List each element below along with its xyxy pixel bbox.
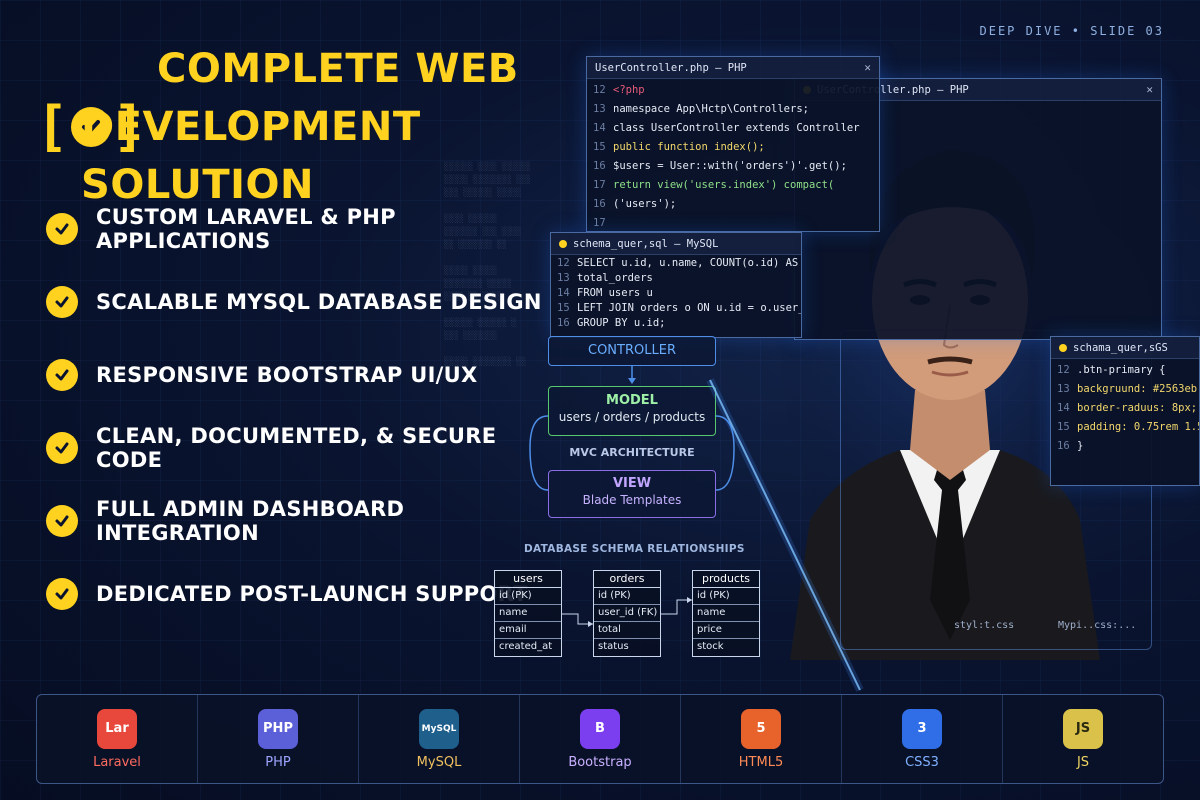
code-line: 12 <?php xyxy=(593,84,645,96)
code-line: 12 .btn-primary { xyxy=(1057,364,1166,376)
feature-item: DEDICATED POST-LAUNCH SUPPORT xyxy=(46,557,566,630)
mvc-model-box: MODEL users / orders / products xyxy=(548,386,716,436)
code-line: 12SELECT u.id, u.name, COUNT(o.id) AS to… xyxy=(557,257,801,269)
mvc-model-title: MODEL xyxy=(606,393,658,408)
code-line: 16 GROUP BY u.id; xyxy=(557,317,666,329)
feature-item: FULL ADMIN DASHBOARD INTEGRATION xyxy=(46,484,566,557)
window-title: UserController.php — PHP xyxy=(595,61,747,74)
code-body: 12 .btn-primary { 13 backgruund: #2563eb; … xyxy=(1051,359,1199,456)
tech-item-bootstrap: B Bootstrap xyxy=(520,695,681,783)
code-line: 15 public function index(); xyxy=(593,141,765,153)
tech-item-css3: 3 CSS3 xyxy=(842,695,1003,783)
mysql-icon: MySQL xyxy=(419,708,459,749)
schema-table-users: users id (PK) name email created_at xyxy=(494,570,562,657)
mvc-controller-box: CONTROLLER xyxy=(548,336,716,366)
table-row: status xyxy=(598,641,629,652)
table-row: stock xyxy=(697,641,724,652)
hud-file-label: styl:t.css xyxy=(954,620,1015,631)
close-icon[interactable]: ✕ xyxy=(864,61,871,74)
feature-text: DEDICATED POST-LAUNCH SUPPORT xyxy=(96,581,528,606)
tech-stack-bar: Lar Laravel PHP PHP MySQL MySQL B Bootstrap 5 HTM… xyxy=(36,694,1164,784)
hud-file-label-2: Mypi..css:... xyxy=(1058,620,1137,631)
code-line: 16} xyxy=(1057,440,1084,452)
mvc-model-subtitle: users / orders / products xyxy=(558,410,706,424)
mvc-view-box: VIEW Blade Templates xyxy=(548,470,716,518)
tech-item-js: JS JS xyxy=(1003,695,1163,783)
code-window-controller[interactable]: UserController.php — PHP ✕ 12 <?php 13 nam… xyxy=(586,56,880,232)
tech-label: Laravel xyxy=(93,754,141,770)
tech-label: JS xyxy=(1076,754,1090,770)
tech-label: HTML5 xyxy=(738,754,784,770)
table-name: orders xyxy=(594,571,660,588)
table-row: user_id (FK) xyxy=(594,605,660,622)
tech-item-php: PHP PHP xyxy=(198,695,359,783)
code-body: 12SELECT u.id, u.name, COUNT(o.id) AS to… xyxy=(551,255,801,331)
schema-title: DATABASE SCHEMA RELATIONSHIPS xyxy=(524,543,745,555)
code-line: 16 ('users'); xyxy=(593,198,677,210)
window-title: schema_quer,sql — MySQL xyxy=(573,237,719,250)
table-row: price xyxy=(693,622,759,639)
table-row: id (PK) xyxy=(495,588,561,605)
tech-label: MySQL xyxy=(416,754,462,770)
tech-item-laravel: Lar Laravel xyxy=(37,695,198,783)
css3-icon: 3 xyxy=(902,708,942,749)
schema-table-orders: orders id (PK) user_id (FK) total status xyxy=(593,570,661,657)
table-row: id (PK) xyxy=(594,588,660,605)
table-row: name xyxy=(693,605,759,622)
schema-table-products: products id (PK) name price stock xyxy=(692,570,760,657)
feature-text: RESPONSIVE BOOTSTRAP UI/UX xyxy=(96,362,478,387)
check-circle-icon xyxy=(46,358,78,391)
table-row: id (PK) xyxy=(693,588,759,605)
tech-label: Bootstrap xyxy=(568,754,632,770)
mvc-view-title: VIEW xyxy=(612,476,652,491)
code-window-css[interactable]: schama_quer,sGS 12 .btn-primary { 13 backg… xyxy=(1050,336,1200,486)
window-titlebar[interactable]: UserController.php — PHP ✕ xyxy=(587,57,879,79)
window-title: schama_quer,sGS xyxy=(1073,341,1168,354)
javascript-icon: JS xyxy=(1063,708,1103,749)
check-circle-icon xyxy=(46,212,78,245)
code-line: 13 backgruund: #2563eb; xyxy=(1057,383,1199,395)
code-line: 16 $users = User::with('orders')'.get(); xyxy=(593,160,847,172)
feature-text: FULL ADMIN DASHBOARD INTEGRATION xyxy=(96,496,405,545)
mvc-view-subtitle: Blade Templates xyxy=(582,493,682,507)
slide-tag: DEEP DIVE • SLIDE 03 xyxy=(979,24,1164,38)
window-titlebar[interactable]: schama_quer,sGS xyxy=(1051,337,1199,359)
tech-label: CSS3 xyxy=(905,754,939,770)
status-dot-icon xyxy=(1059,343,1067,352)
check-circle-icon xyxy=(46,577,78,610)
mvc-architecture-label: MVC ARCHITECTURE xyxy=(569,446,695,459)
code-line: 17 xyxy=(593,217,606,229)
table-name: users xyxy=(495,571,561,588)
bracket-open: [ xyxy=(36,95,69,158)
title-line-1: COMPLETE WEB xyxy=(157,46,519,92)
code-window-sql[interactable]: schema_quer,sql — MySQL 12 SELECT u.id, u… xyxy=(550,232,802,338)
tech-item-html5: 5 HTML5 xyxy=(681,695,842,783)
laravel-icon: Lar xyxy=(97,708,137,749)
close-icon[interactable]: ✕ xyxy=(1146,83,1153,96)
check-circle-icon xyxy=(46,504,78,537)
table-row: total xyxy=(594,622,660,639)
code-line: 13 total_orders xyxy=(557,272,653,284)
code-line: 15 LEFT JOIN orders o ON u.id = o.user_id xyxy=(557,302,801,314)
check-circle-icon xyxy=(46,285,78,318)
status-dot-icon xyxy=(559,239,567,248)
code-line: 14 class UserController extends Controlle… xyxy=(593,122,860,134)
code-line: 17 return view('users.index') compact( xyxy=(593,179,835,191)
table-name: products xyxy=(693,571,759,588)
code-line: 15padding: 0.75rem 1.5rem xyxy=(1057,421,1199,433)
html5-icon: 5 xyxy=(741,708,781,749)
tech-label: PHP xyxy=(265,754,291,770)
table-row: created_at xyxy=(499,641,553,652)
php-icon: PHP xyxy=(258,708,298,749)
code-line: 14 border-raduus: 8px; xyxy=(1057,402,1198,414)
tech-item-mysql: MySQL MySQL xyxy=(359,695,520,783)
check-circle-icon xyxy=(46,431,78,464)
code-line: 14 FROM users u xyxy=(557,287,653,299)
code-line: 13 namespace App\Hctp\Controllers; xyxy=(593,103,809,115)
table-row: name xyxy=(495,605,561,622)
table-row: email xyxy=(495,622,561,639)
bootstrap-icon: B xyxy=(580,708,620,749)
code-body: 12 <?php 13 namespace App\Hctp\Controllers… xyxy=(587,79,879,233)
window-titlebar[interactable]: schema_quer,sql — MySQL xyxy=(551,233,801,255)
